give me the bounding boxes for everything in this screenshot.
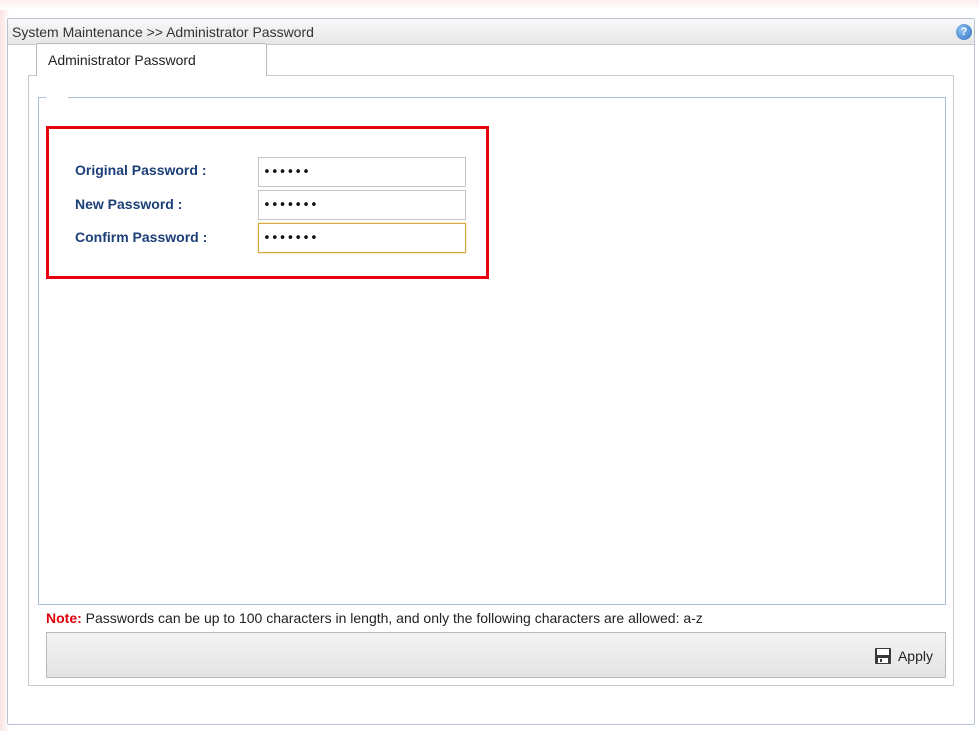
original-password-label: Original Password : bbox=[75, 162, 207, 178]
password-note: Note: Passwords can be up to 100 charact… bbox=[46, 610, 703, 626]
group-legend bbox=[46, 93, 68, 101]
original-password-field[interactable] bbox=[258, 157, 466, 187]
new-password-field[interactable] bbox=[258, 190, 466, 220]
note-text: Passwords can be up to 100 characters in… bbox=[81, 610, 703, 626]
note-label: Note: bbox=[46, 610, 82, 626]
apply-button[interactable]: Apply bbox=[870, 643, 937, 669]
confirm-password-field[interactable] bbox=[258, 223, 466, 253]
action-bar: Apply bbox=[46, 632, 946, 678]
save-icon bbox=[874, 648, 891, 664]
title-bar: System Maintenance >> Administrator Pass… bbox=[8, 19, 974, 45]
page-title: System Maintenance >> Administrator Pass… bbox=[12, 24, 314, 40]
confirm-password-label: Confirm Password : bbox=[75, 229, 208, 245]
tab-administrator-password[interactable]: Administrator Password bbox=[36, 43, 267, 76]
new-password-label: New Password : bbox=[75, 196, 183, 212]
top-edge-decoration bbox=[0, 0, 979, 10]
tab-label: Administrator Password bbox=[48, 52, 196, 68]
apply-label: Apply bbox=[897, 648, 933, 664]
help-icon[interactable]: ? bbox=[956, 24, 972, 40]
